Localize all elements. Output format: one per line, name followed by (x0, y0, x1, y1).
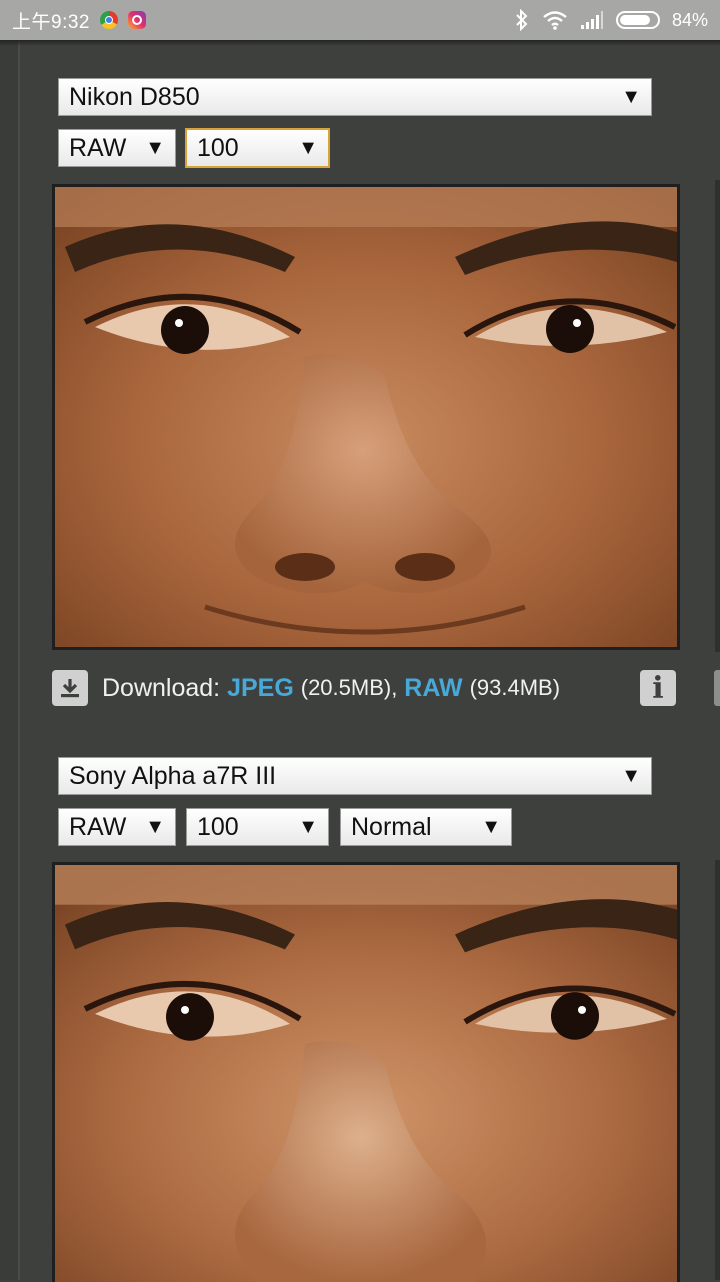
mode-select-2-value: Normal (351, 812, 432, 841)
camera-select-2-value: Sony Alpha a7R III (69, 761, 277, 790)
dropdown-arrow-icon: ▼ (145, 815, 165, 838)
status-bar: 上午9:32 84% (0, 0, 720, 40)
instagram-icon (127, 11, 146, 29)
next-panel-edge-2 (715, 860, 720, 1280)
info-icon: i (652, 670, 664, 706)
battery-level-fill (619, 15, 651, 25)
left-sidebar-edge (0, 40, 20, 1280)
iso-select-2[interactable]: 100 ▼ (186, 808, 329, 846)
dropdown-arrow-icon: ▼ (145, 136, 165, 159)
dropdown-arrow-icon: ▼ (298, 815, 318, 838)
wifi-icon (543, 11, 567, 30)
camera-select-1-value: Nikon D850 (69, 82, 200, 111)
camera-select-1[interactable]: Nikon D850 ▼ (58, 78, 652, 116)
signal-icon (580, 11, 603, 29)
download-raw-link[interactable]: RAW (404, 674, 462, 703)
info-button[interactable]: i (640, 670, 676, 706)
download-label: Download: (102, 673, 221, 702)
mode-select-2[interactable]: Normal ▼ (340, 808, 512, 846)
download-icon (61, 679, 79, 698)
battery-percent: 84% (671, 9, 708, 30)
battery-icon (615, 11, 660, 29)
dropdown-arrow-icon: ▼ (621, 85, 641, 108)
iso-select-1-value: 100 (197, 133, 239, 162)
camera-select-2[interactable]: Sony Alpha a7R III ▼ (58, 757, 652, 795)
top-shadow (0, 40, 720, 46)
format-select-1-value: RAW (69, 133, 127, 162)
dropdown-arrow-icon: ▼ (481, 815, 501, 838)
iso-select-2-value: 100 (197, 812, 239, 841)
format-select-2-value: RAW (69, 812, 127, 841)
bluetooth-icon (516, 9, 528, 31)
download-jpeg-size: (20.5MB), (300, 675, 398, 700)
download-button[interactable] (52, 670, 88, 706)
dropdown-arrow-icon: ▼ (298, 136, 318, 159)
iso-select-1[interactable]: 100 ▼ (185, 128, 330, 168)
next-panel-edge (715, 180, 720, 652)
chrome-icon (99, 11, 118, 29)
format-select-2[interactable]: RAW ▼ (58, 808, 176, 846)
download-jpeg-link[interactable]: JPEG (227, 674, 294, 703)
format-select-1[interactable]: RAW ▼ (58, 129, 176, 167)
sample-image-1[interactable] (52, 184, 680, 650)
sample-image-2[interactable] (52, 862, 680, 1282)
download-raw-size: (93.4MB) (469, 675, 561, 700)
status-time: 上午9:32 (12, 11, 90, 33)
side-tab[interactable] (714, 670, 720, 706)
dropdown-arrow-icon: ▼ (621, 764, 641, 787)
download-row-1: Download: JPEG (20.5MB), RAW (93.4MB) i (52, 668, 680, 708)
